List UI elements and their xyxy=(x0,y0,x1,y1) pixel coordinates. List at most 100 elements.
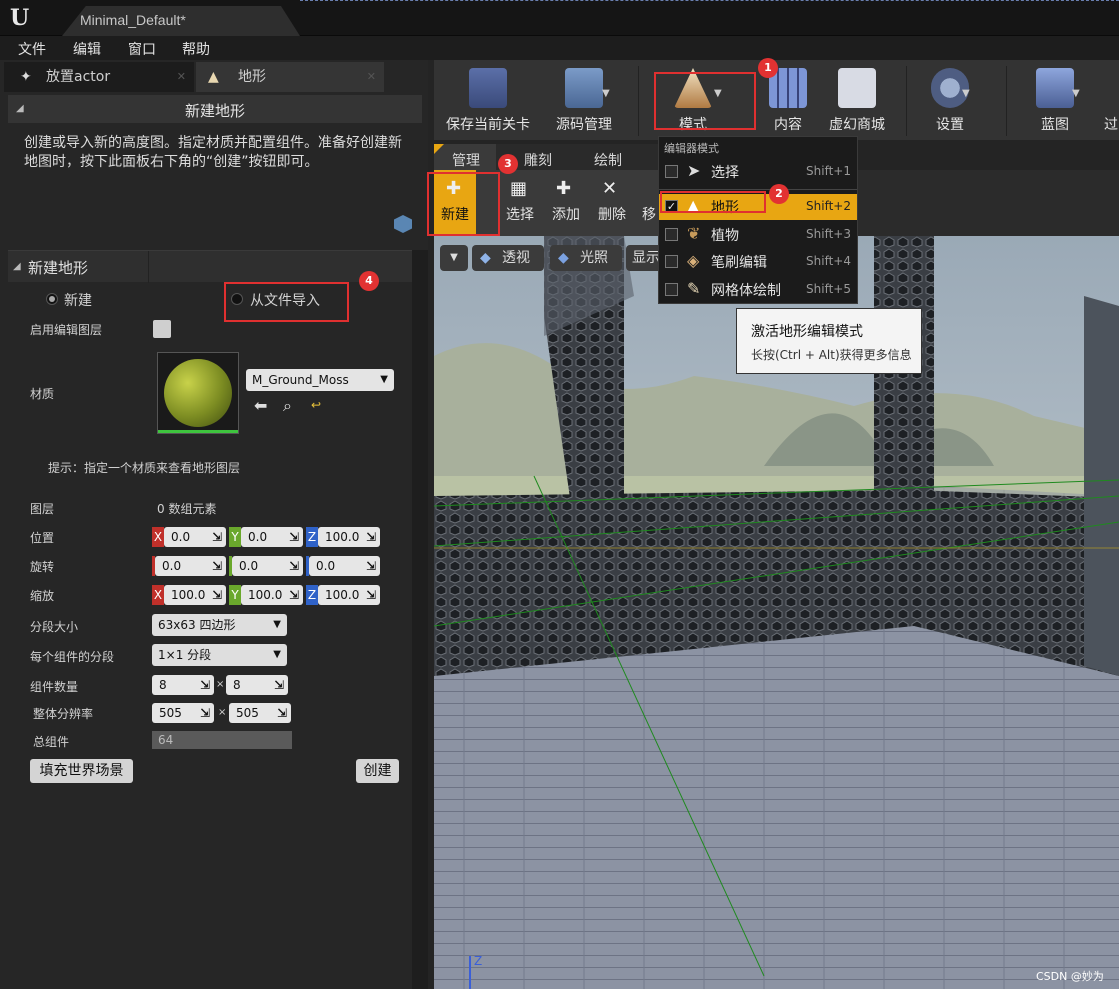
mode-select[interactable]: ➤ 选择 Shift+1 xyxy=(659,159,857,185)
menu-file[interactable]: 文件 xyxy=(18,39,46,59)
layers-label: 图层 xyxy=(30,502,55,516)
tab-landscape[interactable]: ▲ 地形 ✕ xyxy=(196,62,384,92)
material-thumbnail[interactable] xyxy=(157,352,239,434)
delete-tool-label: 删除 xyxy=(598,207,626,223)
tooltip-title: 激活地形编辑模式 xyxy=(751,324,863,340)
menu-divider xyxy=(659,189,857,190)
delete-tool-button[interactable]: ✕ 删除 xyxy=(590,170,634,236)
perspective-button[interactable]: ◆ 透视 xyxy=(472,245,544,271)
overall-resolution-y[interactable]: 505 xyxy=(229,703,291,723)
content-label: 内容 xyxy=(774,117,802,133)
chevron-down-icon: ▼ xyxy=(962,88,970,99)
axis-y-label: Y xyxy=(229,527,241,547)
checkbox[interactable] xyxy=(665,283,678,296)
checkbox[interactable] xyxy=(665,165,678,178)
tab-manage[interactable]: 管理 xyxy=(452,150,480,170)
mode-select-shortcut: Shift+1 xyxy=(806,164,851,178)
browse-icon[interactable]: ⌕ xyxy=(283,396,292,416)
annotation-badge-3: 3 xyxy=(498,154,518,174)
component-count-x[interactable]: 8 xyxy=(152,675,214,695)
unreal-logo-icon[interactable]: U xyxy=(10,5,36,31)
mode-mesh-paint[interactable]: ✎ 网格体绘制 Shift+5 xyxy=(659,277,857,303)
perspective-icon: ◆ xyxy=(480,250,491,266)
overall-resolution-x[interactable]: 505 xyxy=(152,703,214,723)
chevron-down-icon: ▼ xyxy=(602,88,610,99)
marketplace-icon xyxy=(838,68,876,108)
landscape-panel xyxy=(0,60,428,989)
fill-world-button[interactable]: 填充世界场景 xyxy=(30,759,133,783)
axis-x-label: X xyxy=(152,527,164,547)
close-icon[interactable]: ✕ xyxy=(367,62,376,92)
section-header-new-landscape[interactable]: ◢ 新建地形 xyxy=(8,95,422,123)
tab-sculpt[interactable]: 雕刻 xyxy=(524,150,552,170)
show-button[interactable]: 显示 xyxy=(626,245,662,271)
checkbox[interactable] xyxy=(665,228,678,241)
location-y[interactable]: 0.0 xyxy=(241,527,303,547)
move-tool-button[interactable]: 移 xyxy=(638,170,660,236)
create-button[interactable]: 创建 xyxy=(356,759,399,783)
scale-z[interactable]: 100.0 xyxy=(318,585,380,605)
close-icon[interactable]: ✕ xyxy=(177,62,186,92)
sections-per-component-value: 1×1 分段 xyxy=(158,648,212,662)
lighting-label: 光照 xyxy=(580,250,608,266)
section-size-select[interactable]: 63x63 四边形 xyxy=(152,614,287,636)
editor-modes-menu: 编辑器模式 ➤ 选择 Shift+1 ✓ ▲ 地形 Shift+2 ❦ 植物 S… xyxy=(658,136,858,304)
marketplace-button[interactable]: 虚幻商城 xyxy=(824,60,890,140)
scale-label: 缩放 xyxy=(30,589,55,603)
section-size-label: 分段大小 xyxy=(30,620,79,634)
enable-edit-layers-label: 启用编辑图层 xyxy=(30,323,103,337)
select-tool-button[interactable]: ▦ 选择 xyxy=(498,170,542,236)
viewport-options-button[interactable]: ▼ xyxy=(440,245,468,271)
lighting-button[interactable]: ◆ 光照 xyxy=(550,245,622,271)
radio-new[interactable] xyxy=(46,293,58,305)
component-count-y[interactable]: 8 xyxy=(226,675,288,695)
use-selected-icon[interactable]: ⬅ xyxy=(254,396,267,415)
annotation-box-new xyxy=(427,172,500,236)
sections-per-component-select[interactable]: 1×1 分段 xyxy=(152,644,287,666)
settings-button[interactable]: ▼ 设置 xyxy=(914,60,986,140)
annotation-badge-2: 2 xyxy=(769,184,789,204)
scale-y[interactable]: 100.0 xyxy=(241,585,303,605)
toolbar-divider xyxy=(1006,66,1007,136)
tooltip-body: 长按(Ctrl + Alt)获得更多信息 xyxy=(751,348,912,362)
axis-z-gizmo: Z xyxy=(474,954,483,968)
brush-cube-icon: ◈ xyxy=(687,251,700,270)
add-tool-button[interactable]: ✚ 添加 xyxy=(544,170,588,236)
enable-edit-layers-checkbox[interactable] xyxy=(153,320,171,338)
overflow-label: 过 xyxy=(1104,117,1118,133)
menu-edit[interactable]: 编辑 xyxy=(73,39,101,59)
source-control-button[interactable]: ▼ 源码管理 xyxy=(542,60,626,140)
mode-foliage[interactable]: ❦ 植物 Shift+3 xyxy=(659,222,857,248)
material-hint: 提示：指定一个材质来查看地形图层 xyxy=(48,461,241,475)
document-tab[interactable]: Minimal_Default* xyxy=(62,6,300,36)
section-title: 新建地形 xyxy=(184,102,245,120)
collapse-icon[interactable]: ◢ xyxy=(13,261,21,272)
menu-help[interactable]: 帮助 xyxy=(182,39,210,59)
divider xyxy=(148,251,149,283)
component-count-label: 组件数量 xyxy=(30,680,79,694)
scale-x[interactable]: 100.0 xyxy=(164,585,226,605)
reset-icon[interactable]: ↩ xyxy=(311,398,321,412)
tooltip: 激活地形编辑模式 长按(Ctrl + Alt)获得更多信息 xyxy=(736,308,922,374)
rotation-y[interactable]: 0.0 xyxy=(232,556,303,576)
menu-window[interactable]: 窗口 xyxy=(128,39,156,59)
tab-place-actor[interactable]: ✦ 放置actor ✕ xyxy=(4,62,194,92)
menu-bar: 文件 编辑 窗口 帮助 xyxy=(0,36,1119,60)
total-components-value: 64 xyxy=(152,731,292,749)
location-z[interactable]: 100.0 xyxy=(318,527,380,547)
panel-scrollbar[interactable] xyxy=(412,250,428,989)
blueprints-button[interactable]: ▼ 蓝图 xyxy=(1020,60,1090,140)
checkbox[interactable] xyxy=(665,255,678,268)
material-select[interactable]: M_Ground_Moss xyxy=(246,369,394,391)
rotation-z[interactable]: 0.0 xyxy=(309,556,380,576)
annotation-box-landscape xyxy=(660,191,766,213)
save-button[interactable]: 保存当前关卡 xyxy=(440,60,536,140)
mode-brush-edit[interactable]: ◈ 笔刷编辑 Shift+4 xyxy=(659,249,857,275)
overflow-button[interactable]: 过 xyxy=(1104,60,1119,140)
location-x[interactable]: 0.0 xyxy=(164,527,226,547)
annotation-box-import xyxy=(224,282,349,322)
tab-paint[interactable]: 绘制 xyxy=(594,150,622,170)
lighting-icon: ◆ xyxy=(558,250,569,266)
toolbar-divider xyxy=(638,66,639,136)
rotation-x[interactable]: 0.0 xyxy=(155,556,226,576)
